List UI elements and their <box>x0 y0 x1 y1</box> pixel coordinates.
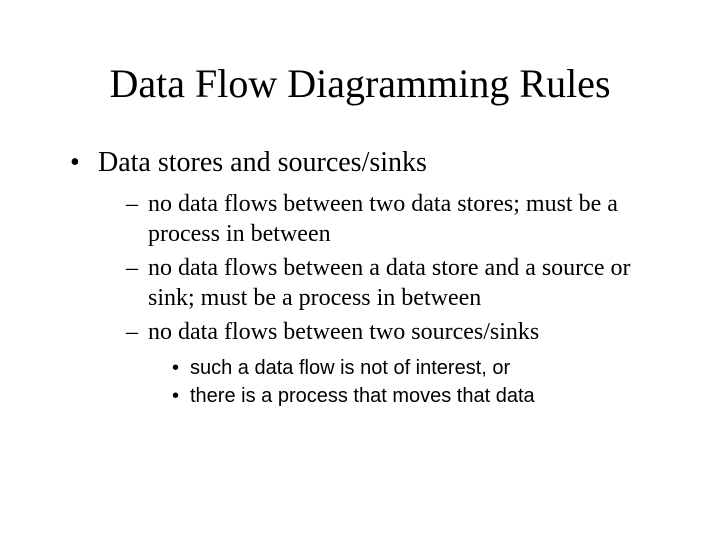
bullet-l2-text: no data flows between two data stores; m… <box>148 191 618 247</box>
bullet-list-level3: such a data flow is not of interest, or … <box>172 355 670 409</box>
bullet-l3-text: there is a process that moves that data <box>190 385 535 407</box>
list-item: there is a process that moves that data <box>172 383 670 409</box>
bullet-list-level1: Data stores and sources/sinks no data fl… <box>70 147 670 409</box>
list-item: such a data flow is not of interest, or <box>172 355 670 381</box>
slide: Data Flow Diagramming Rules Data stores … <box>0 0 720 540</box>
bullet-l2-text: no data flows between a data store and a… <box>148 255 630 311</box>
list-item: Data stores and sources/sinks no data fl… <box>70 147 670 409</box>
list-item: no data flows between two data stores; m… <box>126 189 670 249</box>
list-item: no data flows between a data store and a… <box>126 253 670 313</box>
slide-title: Data Flow Diagramming Rules <box>50 60 670 107</box>
bullet-l1-text: Data stores and sources/sinks <box>98 147 427 178</box>
list-item: no data flows between two sources/sinks … <box>126 317 670 409</box>
bullet-l3-text: such a data flow is not of interest, or <box>190 357 510 379</box>
bullet-l2-text: no data flows between two sources/sinks <box>148 319 539 345</box>
bullet-list-level2: no data flows between two data stores; m… <box>126 189 670 409</box>
